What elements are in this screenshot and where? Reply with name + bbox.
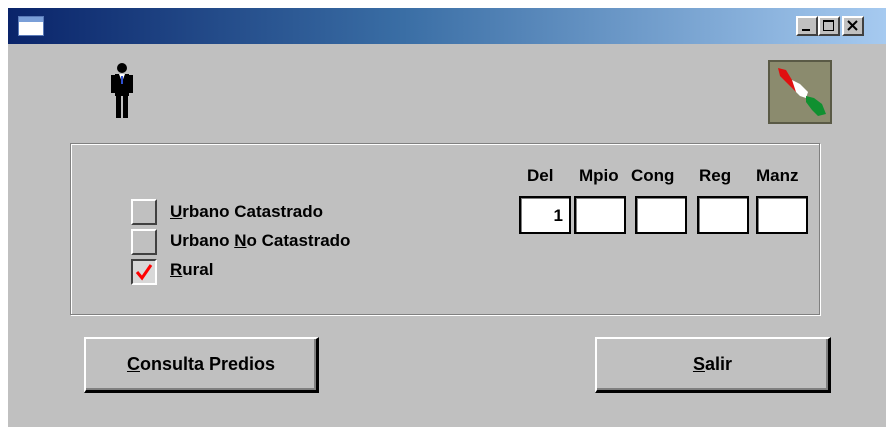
mpio-input[interactable] [574, 196, 626, 234]
reg-header: Reg [699, 166, 732, 185]
close-button[interactable] [842, 16, 864, 36]
urbano-catastrado-checkbox[interactable] [131, 199, 157, 225]
manz-input[interactable] [756, 196, 808, 234]
minimize-icon [802, 29, 810, 31]
rural-checkbox[interactable] [131, 259, 157, 285]
map-icon[interactable] [768, 60, 832, 124]
salir-button[interactable]: Salir [595, 337, 831, 393]
cong-header: Cong [631, 166, 675, 185]
mpio-header: Mpio [579, 166, 619, 185]
del-header: Del [527, 166, 554, 185]
consulta-predios-button[interactable]: Consulta Predios [84, 337, 319, 393]
cong-input[interactable] [635, 196, 687, 234]
maximize-icon [823, 20, 834, 31]
reg-input[interactable] [697, 196, 749, 234]
minimize-button[interactable] [796, 16, 818, 36]
urbano-catastrado-label[interactable]: Urbano Catastrado [170, 202, 323, 222]
person-icon [111, 63, 133, 118]
check-mark-icon [135, 264, 153, 281]
rural-label[interactable]: Rural [170, 260, 213, 280]
close-icon [847, 20, 858, 31]
title-bar[interactable] [8, 8, 886, 44]
del-input[interactable]: 1 [519, 196, 571, 234]
manz-header: Manz [756, 166, 799, 185]
urbano-no-catastrado-checkbox[interactable] [131, 229, 157, 255]
maximize-button[interactable] [818, 16, 840, 36]
urbano-no-catastrado-label[interactable]: Urbano No Catastrado [170, 231, 350, 251]
window-icon[interactable] [18, 16, 44, 36]
